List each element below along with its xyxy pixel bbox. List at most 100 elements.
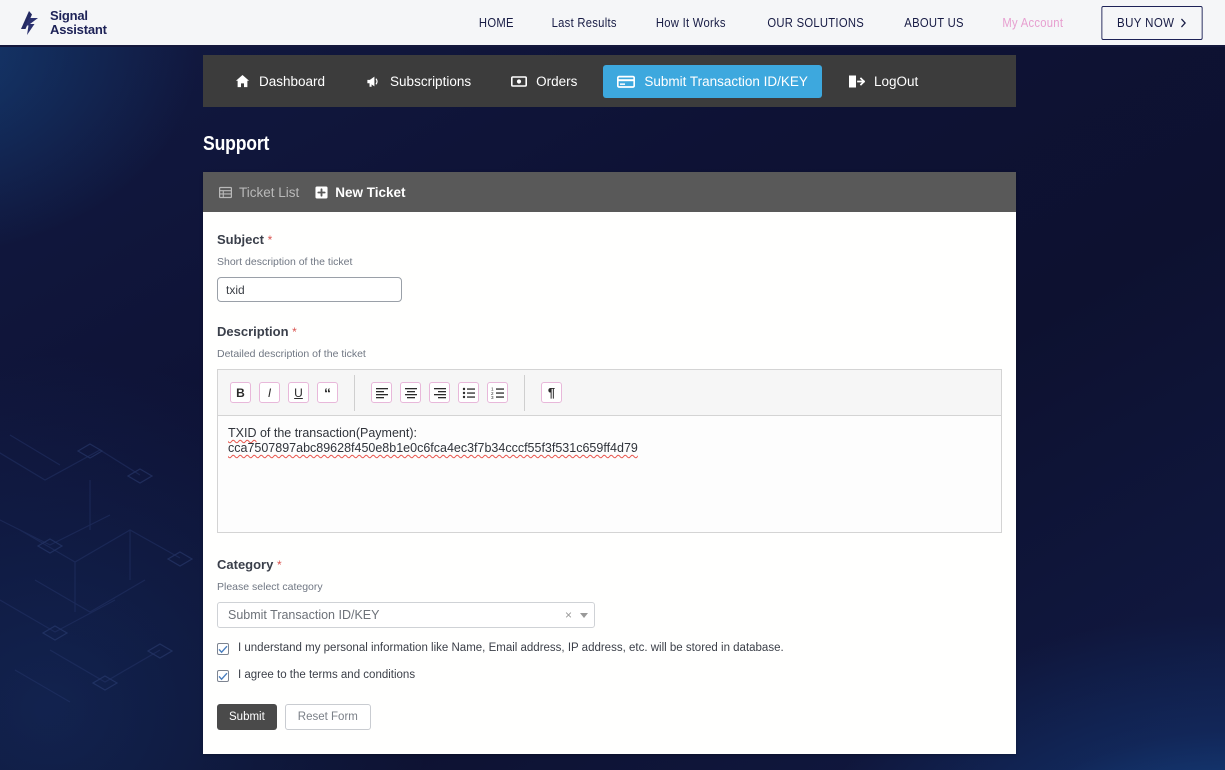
description-editor-area[interactable]: TXID of the transaction(Payment): cca750… <box>217 415 1002 533</box>
bullet-list-icon[interactable] <box>458 382 479 403</box>
category-label: Category * <box>217 557 1002 572</box>
chevron-right-icon <box>1181 18 1186 27</box>
buy-now-button[interactable]: BUY NOW <box>1101 5 1203 40</box>
description-label: Description * <box>217 324 1002 339</box>
subject-required-mark: * <box>267 233 273 247</box>
check-icon <box>218 672 228 680</box>
text-direction-icon[interactable]: ¶ <box>541 382 562 403</box>
logo-line-1: Signal <box>50 8 88 23</box>
tab-dashboard-label: Dashboard <box>259 73 326 89</box>
new-ticket-form: Subject * Short description of the ticke… <box>203 212 1016 730</box>
text-direction-icon-glyph: ¶ <box>547 385 556 400</box>
toolbar-separator <box>354 374 355 411</box>
tab-submit-transaction-label: Submit Transaction ID/KEY <box>644 73 808 89</box>
page-title: Support <box>203 133 270 155</box>
megaphone-icon <box>367 76 378 87</box>
align-left-icon <box>375 387 388 398</box>
rich-text-editor: B I U “ 1 2 3 ¶ TXID of the transaction(Payment… <box>217 369 1002 533</box>
nav-my-account[interactable]: My Account <box>988 16 1078 30</box>
tab-orders[interactable]: Orders <box>497 65 591 98</box>
caret-down-icon[interactable] <box>580 612 588 618</box>
site-header: Signal Assistant HOME Last Results How It … <box>0 0 1225 47</box>
sign-out-icon <box>848 75 865 87</box>
buy-now-label: BUY NOW <box>1116 15 1175 30</box>
ordered-list-icon: 123 <box>491 386 504 400</box>
align-right-icon <box>433 387 446 398</box>
check-icon <box>218 645 228 653</box>
submit-button[interactable]: Submit <box>217 704 277 730</box>
underline-icon[interactable]: U <box>288 382 309 403</box>
tab-logout-label: LogOut <box>873 73 919 89</box>
subject-label-text: Subject <box>217 232 264 247</box>
bullet-list-icon <box>462 387 475 398</box>
account-tab-strip: Dashboard Subscriptions Orders Submit Trans… <box>203 55 1016 107</box>
description-line-1-rest: of the transaction(Payment): <box>256 426 417 440</box>
home-icon <box>235 74 250 87</box>
checkbox-terms-label: I agree to the terms and conditions <box>238 669 416 681</box>
description-required-mark: * <box>292 325 297 339</box>
blockquote-icon-glyph: “ <box>324 384 331 401</box>
tab-logout[interactable]: LogOut <box>834 65 932 98</box>
nav-how-it-works[interactable]: How It Works <box>641 16 740 30</box>
subject-input[interactable] <box>217 277 402 302</box>
tab-orders-label: Orders <box>536 73 578 89</box>
card-tab-new-ticket[interactable]: New Ticket <box>315 184 406 200</box>
logo-wordmark: Signal Assistant <box>50 9 107 36</box>
table-list-icon <box>219 186 232 198</box>
tab-subscriptions[interactable]: Subscriptions <box>351 65 485 98</box>
nav-our-solutions[interactable]: OUR SOLUTIONS <box>753 16 878 30</box>
nav-home[interactable]: HOME <box>464 16 528 30</box>
tab-subscriptions-label: Subscriptions <box>390 73 472 89</box>
checkbox-data-consent[interactable] <box>217 643 229 655</box>
bold-icon-glyph: B <box>236 385 245 400</box>
editor-toolbar: B I U “ 1 2 3 ¶ <box>217 369 1002 415</box>
align-center-icon[interactable] <box>400 382 421 403</box>
form-actions: Submit Reset Form <box>217 704 1002 730</box>
consent-checkbox-group: I understand my personal information lik… <box>217 642 1002 682</box>
category-select[interactable]: Submit Transaction ID/KEY × <box>217 602 595 628</box>
card-tab-ticket-list[interactable]: Ticket List <box>219 185 299 200</box>
checkbox-data-consent-row: I understand my personal information lik… <box>217 642 1002 655</box>
logo-line-2: Assistant <box>50 21 107 37</box>
credit-card-icon <box>617 75 636 88</box>
support-card: Ticket List New Ticket Subject * Short de… <box>203 172 1016 754</box>
tab-dashboard[interactable]: Dashboard <box>221 65 339 98</box>
svg-text:3: 3 <box>491 395 494 400</box>
card-tab-header: Ticket List New Ticket <box>203 172 1016 212</box>
description-help-text: Detailed description of the ticket <box>217 348 366 360</box>
toolbar-separator <box>524 374 525 411</box>
main-navigation: HOME Last Results How It Works OUR SOLUTION… <box>461 0 1083 45</box>
money-bill-icon <box>511 75 528 87</box>
align-left-icon[interactable] <box>371 382 392 403</box>
lightning-a-logo-icon <box>21 10 38 35</box>
ordered-list-icon[interactable]: 123 <box>487 382 508 403</box>
align-center-icon <box>404 387 417 398</box>
italic-icon-glyph: I <box>267 385 272 400</box>
align-right-icon[interactable] <box>429 382 450 403</box>
subject-label: Subject * <box>217 232 1002 247</box>
subject-help-text: Short description of the ticket <box>217 256 353 268</box>
checkbox-terms[interactable] <box>217 670 229 682</box>
plus-square-icon <box>315 185 328 199</box>
underline-icon-glyph: U <box>294 385 303 400</box>
description-transaction-hash: cca7507897abc89628f450e8b1e0c6fca4ec3f7b… <box>228 441 638 455</box>
category-clear-icon[interactable]: × <box>565 608 572 622</box>
nav-about-us[interactable]: ABOUT US <box>890 16 978 30</box>
card-tab-ticket-list-label: Ticket List <box>239 184 300 200</box>
category-label-text: Category <box>217 557 274 572</box>
tab-submit-transaction[interactable]: Submit Transaction ID/KEY <box>603 64 822 98</box>
checkbox-terms-row: I agree to the terms and conditions <box>217 669 1002 682</box>
description-label-text: Description <box>217 324 289 339</box>
description-txid-word: TXID <box>228 426 257 440</box>
category-help-text: Please select category <box>217 581 323 593</box>
card-tab-new-ticket-label: New Ticket <box>335 184 406 200</box>
nav-last-results[interactable]: Last Results <box>537 16 631 30</box>
description-line-1: TXID of the transaction(Payment): <box>228 426 991 441</box>
site-logo[interactable]: Signal Assistant <box>16 8 107 38</box>
category-required-mark: * <box>276 558 282 572</box>
category-selected-value: Submit Transaction ID/KEY <box>228 608 380 622</box>
blockquote-icon[interactable]: “ <box>317 382 338 403</box>
italic-icon[interactable]: I <box>259 382 280 403</box>
bold-icon[interactable]: B <box>230 382 251 403</box>
reset-form-button[interactable]: Reset Form <box>284 704 371 730</box>
